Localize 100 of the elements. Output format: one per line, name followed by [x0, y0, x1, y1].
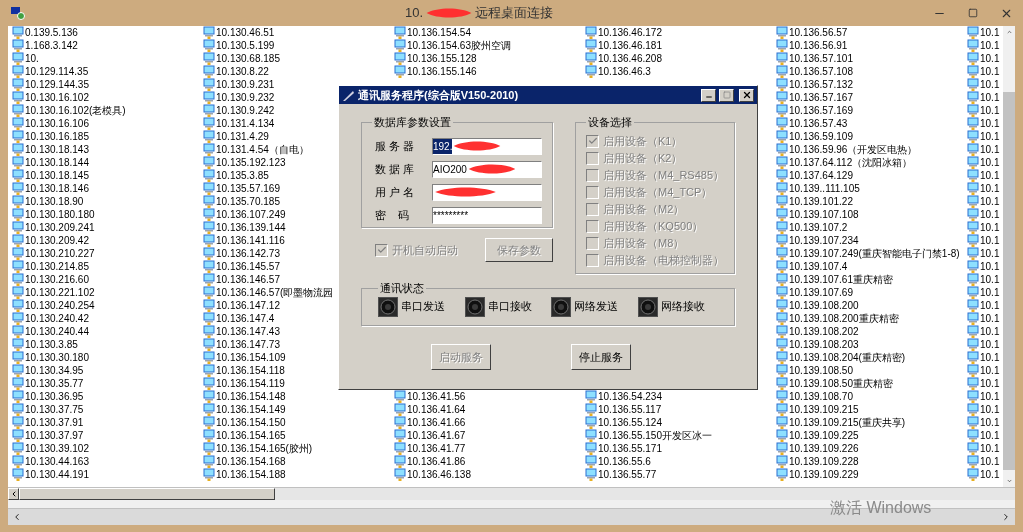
host-label[interactable]: 10.136.55.117 [598, 403, 662, 416]
host-label[interactable]: 10.136.57.169 [789, 104, 853, 117]
host-label[interactable]: 10.136.154.148 [216, 390, 286, 403]
host-label[interactable]: 10.1 [980, 351, 1000, 364]
host-label[interactable]: 10. [25, 52, 39, 65]
host-label[interactable]: 10.130.18.146 [25, 182, 89, 195]
host-label[interactable]: 10.139.107.61重庆精密 [789, 273, 893, 286]
host-label[interactable]: 10.136.41.66 [407, 416, 466, 429]
host-label[interactable]: 10.136.142.73 [216, 247, 280, 260]
host-label[interactable]: 10.136.154.109 [216, 351, 286, 364]
host-label[interactable]: 10.1 [980, 26, 1000, 39]
host-label[interactable]: 10.135.3.85 [216, 169, 269, 182]
host-label[interactable]: 10.136.46.172 [598, 26, 662, 39]
host-label[interactable]: 10.129.114.35 [25, 65, 89, 78]
host-label[interactable]: 10.130.240.254 [25, 299, 95, 312]
host-label[interactable]: 10.136.59.96（开发区电热） [789, 143, 918, 156]
host-label[interactable]: 10.131.4.54（自电） [216, 143, 309, 156]
host-label[interactable]: 10.139.109.226 [789, 442, 859, 455]
host-label[interactable]: 10.139.107.249(重庆智能电子门禁1-8) [789, 247, 960, 260]
host-label[interactable]: 10.136.139.144 [216, 221, 286, 234]
scrollbar-thumb[interactable] [19, 488, 275, 500]
host-label[interactable]: 10.130.9.232 [216, 91, 275, 104]
host-label[interactable]: 10.130.210.227 [25, 247, 95, 260]
host-label[interactable]: 10.1 [980, 442, 1000, 455]
host-label[interactable]: 10.130.209.241 [25, 221, 95, 234]
host-label[interactable]: 10.136.57.132 [789, 78, 853, 91]
host-label[interactable]: 10.1 [980, 39, 1000, 52]
host-label[interactable]: 10.136.145.57 [216, 260, 280, 273]
host-label[interactable]: 10.136.154.118 [216, 364, 285, 377]
host-label[interactable]: 10.136.147.12 [216, 299, 280, 312]
host-label[interactable]: 10.130.34.95 [25, 364, 84, 377]
host-label[interactable]: 10.130.44.191 [25, 468, 89, 481]
host-label[interactable]: 10.136.154.165(胶州) [216, 442, 313, 455]
host-label[interactable]: 10.130.16.106 [25, 117, 89, 130]
input-field[interactable]: ********* [432, 206, 542, 224]
host-label[interactable]: 10.136.46.138 [407, 468, 471, 481]
host-label[interactable]: 10.130.240.44 [25, 325, 89, 338]
host-label[interactable]: 10.1 [980, 377, 1000, 390]
host-label[interactable]: 10.130.68.185 [216, 52, 280, 65]
host-label[interactable]: 10.130.16.102 [25, 91, 89, 104]
host-label[interactable]: 10.1 [980, 416, 1000, 429]
host-label[interactable]: 10.1 [980, 390, 1000, 403]
host-label[interactable]: 10.130.221.102 [25, 286, 95, 299]
host-label[interactable]: 10.136.154.63胶州空调 [407, 39, 511, 52]
host-label[interactable]: 10.1 [980, 364, 1000, 377]
host-label[interactable]: 10.1 [980, 286, 1000, 299]
host-label[interactable]: 10.136.55.6 [598, 455, 651, 468]
host-label[interactable]: 10.139.107.69 [789, 286, 853, 299]
host-label[interactable]: 0.139.5.136 [25, 26, 78, 39]
host-label[interactable]: 10.130.8.22 [216, 65, 269, 78]
host-label[interactable]: 10.130.9.242 [216, 104, 275, 117]
host-label[interactable]: 10.130.9.231 [216, 78, 275, 91]
host-label[interactable]: 10.1 [980, 208, 1000, 221]
host-label[interactable]: 10.1 [980, 403, 1000, 416]
host-label[interactable]: 10.1 [980, 338, 1000, 351]
host-label[interactable]: 10.129.144.35 [25, 78, 89, 91]
host-label[interactable]: 10.137.64.129 [789, 169, 853, 182]
close-button[interactable] [739, 88, 754, 102]
host-label[interactable]: 10.130.216.60 [25, 273, 89, 286]
host-label[interactable]: 10.136.55.77 [598, 468, 657, 481]
host-label[interactable]: 10.130.37.91 [25, 416, 84, 429]
scroll-right-icon[interactable] [1001, 512, 1011, 522]
scroll-left-icon[interactable] [12, 512, 22, 522]
host-label[interactable]: 10.136.146.57 [216, 273, 280, 286]
host-label[interactable]: 10.136.41.67 [407, 429, 466, 442]
host-label[interactable]: 10.139.109.229 [789, 468, 859, 481]
host-label[interactable]: 10.136.57.101 [789, 52, 853, 65]
host-label[interactable]: 10.139.107.2 [789, 221, 848, 234]
host-label[interactable]: 10.139.109.225 [789, 429, 859, 442]
host-label[interactable]: 10.136.55.171 [598, 442, 662, 455]
host-label[interactable]: 10.130.18.145 [25, 169, 89, 182]
input-field[interactable] [432, 183, 542, 201]
host-label[interactable]: 10.136.154.168 [216, 455, 286, 468]
host-label[interactable]: 10.1 [980, 429, 1000, 442]
host-label[interactable]: 10.130.18.144 [25, 156, 89, 169]
input-field[interactable]: 192. [432, 137, 542, 155]
host-label[interactable]: 10.136.155.128 [407, 52, 477, 65]
host-label[interactable]: 10.1 [980, 182, 1000, 195]
host-label[interactable]: 10.139.107.108 [789, 208, 859, 221]
host-label[interactable]: 10.136.147.73 [216, 338, 280, 351]
host-label[interactable]: 10.130.209.42 [25, 234, 89, 247]
host-label[interactable]: 10.1 [980, 260, 1000, 273]
host-label[interactable]: 10.136.154.149 [216, 403, 286, 416]
host-label[interactable]: 10.1 [980, 299, 1000, 312]
host-label[interactable]: 10.139.109.215 [789, 403, 859, 416]
host-label[interactable]: 10.1 [980, 143, 1000, 156]
host-label[interactable]: 10.1 [980, 78, 1000, 91]
host-label[interactable]: 10.130.5.199 [216, 39, 275, 52]
host-label[interactable]: 10.136.46.3 [598, 65, 651, 78]
host-label[interactable]: 10.130.44.163 [25, 455, 89, 468]
host-label[interactable]: 10.136.54.234 [598, 390, 662, 403]
host-label[interactable]: 10.139.107.4 [789, 260, 848, 273]
host-label[interactable]: 10.1 [980, 52, 1000, 65]
host-label[interactable]: 10.136.155.146 [407, 65, 477, 78]
host-label[interactable]: 10.1 [980, 455, 1000, 468]
host-label[interactable]: 10.136.41.64 [407, 403, 466, 416]
host-label[interactable]: 10.136.107.249 [216, 208, 286, 221]
host-label[interactable]: 10.130.240.42 [25, 312, 89, 325]
host-label[interactable]: 10.139.108.200 [789, 299, 859, 312]
host-label[interactable]: 10.130.18.143 [25, 143, 89, 156]
